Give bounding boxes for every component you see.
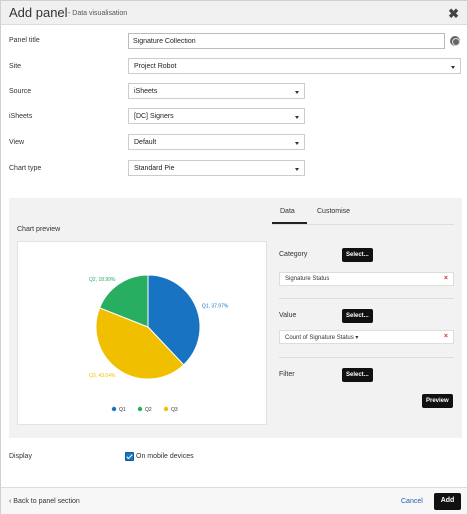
legend-label-q1[interactable]: Q1 bbox=[119, 407, 126, 413]
slice-label-q1: Q1, 37.97% bbox=[202, 304, 229, 310]
isheets-label: iSheets bbox=[9, 113, 33, 120]
back-to-panel-section-link[interactable]: ‹ Back to panel section bbox=[9, 498, 80, 505]
view-select-value: Default bbox=[134, 139, 157, 146]
chart-type-select[interactable]: Standard Pie bbox=[128, 160, 305, 176]
chart-type-label: Chart type bbox=[9, 165, 42, 172]
mobile-devices-label[interactable]: On mobile devices bbox=[136, 453, 194, 460]
close-icon[interactable]: ✖ bbox=[448, 6, 459, 22]
view-label: View bbox=[9, 139, 25, 146]
site-select[interactable]: Project Robot bbox=[128, 58, 461, 74]
pie-chart: Q1, 37.97% Q3, 43.04% Q2, 18.99% Q1 Q2 Q3 bbox=[89, 274, 229, 413]
panel-title-label: Panel title bbox=[9, 37, 40, 44]
view-select[interactable]: Default bbox=[128, 134, 305, 150]
chevron-down-icon bbox=[295, 91, 299, 94]
dialog-title: Add panel bbox=[9, 5, 68, 20]
mobile-devices-checkbox[interactable] bbox=[125, 452, 134, 461]
chevron-down-icon bbox=[451, 66, 455, 69]
chart-config-panel: Chart preview Q1, 37.97% Q3, 43.04% Q2, 18… bbox=[9, 198, 462, 438]
globe-icon[interactable] bbox=[450, 36, 460, 46]
category-field-chip: Signature Status × bbox=[279, 272, 454, 286]
slice-label-q3: Q3, 43.04% bbox=[89, 373, 116, 379]
display-label: Display bbox=[9, 453, 32, 460]
source-select[interactable]: iSheets bbox=[128, 83, 305, 99]
preview-button[interactable]: Preview bbox=[422, 394, 453, 408]
site-label: Site bbox=[9, 63, 22, 70]
section-divider bbox=[279, 357, 454, 358]
legend-marker-q1 bbox=[111, 406, 117, 412]
add-panel-dialog: Add panel - Data visualisation ✖ Panel t… bbox=[0, 0, 468, 514]
filter-select-button[interactable]: Select... bbox=[342, 368, 373, 382]
value-field-value: Count of Signature Status ▾ bbox=[285, 335, 359, 341]
add-button[interactable]: Add bbox=[434, 493, 461, 510]
legend-marker-q2 bbox=[137, 406, 143, 412]
chevron-down-icon bbox=[295, 168, 299, 171]
filter-label: Filter bbox=[279, 371, 295, 378]
legend-marker-q3 bbox=[163, 406, 169, 412]
panel-title-input[interactable] bbox=[128, 33, 445, 49]
dialog-footer: ‹ Back to panel section Cancel Add bbox=[1, 487, 467, 514]
value-label: Value bbox=[279, 312, 297, 319]
chevron-down-icon bbox=[295, 116, 299, 119]
value-field-chip[interactable]: Count of Signature Status ▾ × bbox=[279, 330, 454, 344]
remove-icon[interactable]: × bbox=[444, 333, 448, 340]
category-field-value: Signature Status bbox=[285, 276, 330, 282]
cancel-link[interactable]: Cancel bbox=[401, 498, 423, 505]
slice-label-q2: Q2, 18.99% bbox=[89, 277, 116, 283]
remove-icon[interactable]: × bbox=[444, 275, 448, 282]
chevron-down-icon bbox=[295, 142, 299, 145]
dialog-header: Add panel - Data visualisation ✖ bbox=[1, 1, 467, 25]
isheets-select[interactable]: [DC] Signers bbox=[128, 108, 305, 124]
tabs-divider bbox=[272, 224, 454, 225]
legend-label-q2[interactable]: Q2 bbox=[145, 407, 152, 413]
value-select-button[interactable]: Select... bbox=[342, 309, 373, 323]
chart-type-select-value: Standard Pie bbox=[134, 165, 175, 172]
legend-label-q3[interactable]: Q3 bbox=[171, 407, 178, 413]
chart-preview-label: Chart preview bbox=[17, 226, 61, 233]
section-divider bbox=[279, 298, 454, 299]
source-select-value: iSheets bbox=[134, 88, 158, 95]
tab-customise[interactable]: Customise bbox=[317, 208, 350, 215]
source-label: Source bbox=[9, 88, 32, 95]
category-select-button[interactable]: Select... bbox=[342, 248, 373, 262]
tab-data[interactable]: Data bbox=[280, 208, 295, 215]
category-label: Category bbox=[279, 251, 308, 258]
chart-preview: Q1, 37.97% Q3, 43.04% Q2, 18.99% Q1 Q2 Q3 bbox=[17, 241, 267, 425]
dialog-subtitle: - Data visualisation bbox=[68, 10, 128, 17]
isheets-select-value: [DC] Signers bbox=[134, 113, 174, 120]
site-select-value: Project Robot bbox=[134, 63, 177, 70]
